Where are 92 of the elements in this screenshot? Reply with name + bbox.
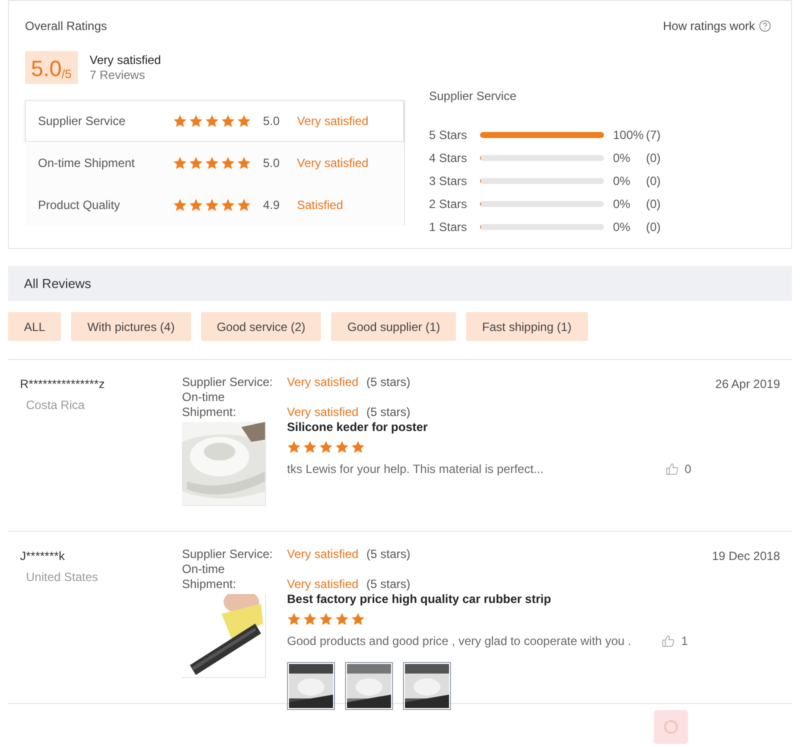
star-icon — [189, 114, 203, 128]
star-icon — [221, 156, 235, 170]
star-icon — [173, 114, 187, 128]
overall-verdict: Very satisfied — [90, 52, 161, 68]
rating-verdict: Very satisfied — [287, 375, 358, 390]
rating-stars-text: (5 stars) — [366, 577, 410, 592]
count-value: (0) — [646, 172, 661, 190]
rating-label: On-time Shipment: — [182, 390, 238, 420]
review-date: 19 Dec 2018 — [712, 548, 780, 565]
filter-chip[interactable]: With pictures (4) — [71, 312, 191, 341]
star-icon — [319, 612, 333, 626]
percent-value: 100% — [613, 126, 645, 144]
attachment-thumbnail[interactable] — [403, 662, 451, 710]
help-icon — [759, 20, 771, 32]
category-score: 4.9 — [263, 197, 281, 214]
category-name: Supplier Service — [38, 113, 126, 130]
star-label: 1 Stars — [429, 218, 468, 236]
star-icon — [303, 440, 317, 454]
rating-stars-text: (5 stars) — [366, 547, 410, 562]
category-verdict: Satisfied — [297, 197, 344, 214]
thumbs-up-icon — [664, 462, 679, 476]
category-name: Product Quality — [38, 197, 122, 214]
star-icon — [237, 114, 251, 128]
star-icon — [189, 198, 203, 212]
count-value: (0) — [646, 150, 661, 166]
star-icon — [335, 612, 349, 626]
star-label: 4 Stars — [429, 150, 468, 166]
star-icon — [287, 440, 301, 454]
rating-verdict: Very satisfied — [287, 577, 358, 592]
filter-chip[interactable]: Good service (2) — [200, 312, 322, 341]
reviewer-name: R***************z — [20, 376, 106, 393]
star-label: 3 Stars — [429, 172, 468, 190]
percent-value: 0% — [613, 150, 632, 166]
rating-label: Supplier Service: — [182, 547, 274, 562]
percent-value: 0% — [613, 218, 632, 236]
star-icon — [319, 440, 333, 454]
product-title[interactable]: Best factory price high quality car rubber strip — [287, 592, 704, 606]
star-icon — [287, 612, 301, 626]
rating-verdict: Very satisfied — [287, 547, 358, 562]
star-icon — [221, 114, 235, 128]
review-date: 26 Apr 2019 — [715, 376, 780, 393]
rating-verdict: Very satisfied — [287, 405, 358, 420]
rating-label: Supplier Service: — [182, 375, 274, 390]
section-title: All Reviews — [24, 274, 92, 293]
star-label: 5 Stars — [429, 126, 468, 144]
filter-chip[interactable]: Fast shipping (1) — [466, 312, 588, 341]
like-button[interactable]: 0 — [664, 460, 692, 478]
percent-value: 0% — [613, 172, 632, 190]
star-icon — [173, 156, 187, 170]
attachment-thumbnail[interactable] — [287, 662, 335, 710]
review-count: 7 Reviews — [90, 68, 146, 82]
category-row[interactable]: Supplier Service 5.0 Very satisfied — [25, 100, 404, 142]
review-text: tks Lewis for your help. This material is perfect... — [287, 461, 545, 478]
star-icon — [351, 440, 365, 454]
thumbs-up-icon — [661, 634, 676, 648]
filter-chip[interactable]: Good supplier (1) — [331, 312, 456, 341]
star-icon — [173, 198, 187, 212]
star-icon — [189, 156, 203, 170]
count-value: (0) — [646, 218, 661, 236]
star-icon — [335, 440, 349, 454]
star-icon — [205, 114, 219, 128]
help-link[interactable]: How ratings work — [662, 17, 771, 35]
product-title[interactable]: Silicone keder for poster — [287, 420, 708, 434]
star-icon — [237, 198, 251, 212]
star-icon — [221, 198, 235, 212]
review-text: Good products and good price , very glad to cooperate with you . — [287, 633, 632, 650]
reviewer-country: Costa Rica — [26, 397, 86, 414]
star-icon — [303, 612, 317, 626]
attachment-thumbnail[interactable] — [345, 662, 393, 710]
category-verdict: Very satisfied — [297, 113, 368, 130]
rating-stars-text: (5 stars) — [366, 375, 410, 390]
category-score: 5.0 — [263, 155, 281, 172]
star-icon — [351, 612, 365, 626]
category-verdict: Very satisfied — [297, 155, 368, 172]
section-title: Overall Ratings — [25, 18, 108, 35]
category-score: 5.0 — [263, 113, 281, 130]
count-value: (0) — [646, 196, 661, 212]
star-icon — [205, 198, 219, 212]
reviewer-name: J*******k — [20, 548, 66, 565]
star-label: 2 Stars — [429, 196, 468, 212]
rating-label: On-time Shipment: — [182, 562, 238, 592]
star-icon — [205, 156, 219, 170]
count-value: (7) — [646, 126, 661, 144]
score-badge: 5.0/5 — [25, 51, 78, 84]
rating-stars-text: (5 stars) — [366, 405, 410, 420]
like-button[interactable]: 1 — [661, 632, 688, 650]
distribution-title: Supplier Service — [429, 88, 518, 105]
category-name: On-time Shipment — [38, 155, 136, 172]
star-icon — [237, 156, 251, 170]
reviewer-country: United States — [26, 569, 100, 586]
percent-value: 0% — [613, 196, 632, 212]
filter-chip[interactable]: ALL — [8, 312, 62, 341]
